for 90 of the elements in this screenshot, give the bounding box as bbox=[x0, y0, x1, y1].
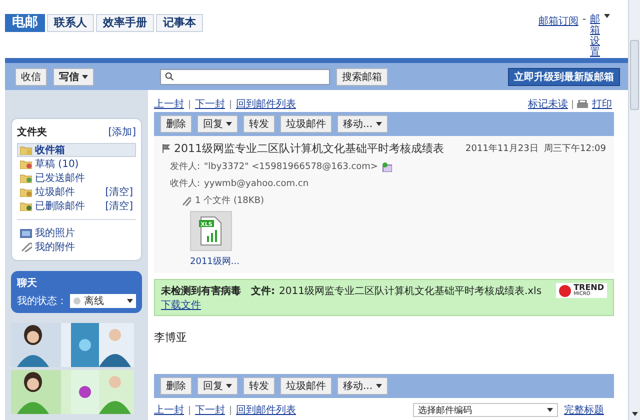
folder-item[interactable]: 我的附件 bbox=[17, 240, 136, 254]
paperclip-icon bbox=[20, 242, 32, 252]
scanned-file-name: 2011级网监专业二区队计算机文化基础平时考核成绩表.xls bbox=[279, 284, 542, 298]
folder-item[interactable]: 垃圾邮件 [清空] bbox=[17, 185, 136, 199]
panel-title: 聊天 bbox=[17, 276, 38, 290]
search-button[interactable]: 搜索邮箱 bbox=[336, 68, 388, 86]
paperclip-icon bbox=[182, 196, 191, 206]
caret-icon bbox=[226, 384, 232, 388]
print-link[interactable]: 打印 bbox=[592, 97, 612, 111]
caret-icon bbox=[632, 412, 638, 416]
logo-icon bbox=[558, 284, 571, 296]
separator-line bbox=[189, 100, 190, 108]
folder-icon bbox=[20, 159, 32, 169]
caret-icon bbox=[547, 408, 553, 412]
toolbar-button[interactable]: 回复 bbox=[197, 377, 238, 395]
separator-line bbox=[230, 406, 231, 414]
nav-link[interactable]: 回到邮件列表 bbox=[236, 97, 296, 111]
to-label: 收件人: bbox=[170, 178, 200, 190]
separator-line bbox=[572, 100, 573, 108]
scan-status: 未检测到有害病毒 bbox=[161, 284, 241, 298]
separator-line bbox=[189, 406, 190, 414]
folder-icon bbox=[20, 145, 32, 155]
photo-icon bbox=[20, 228, 32, 238]
tab[interactable]: 电邮 bbox=[5, 14, 45, 32]
caret-icon bbox=[376, 122, 382, 126]
folder-icon bbox=[20, 201, 32, 211]
separator-text: - bbox=[582, 14, 586, 25]
encoding-select[interactable]: 选择邮件编码 bbox=[413, 403, 558, 417]
status-dropdown[interactable]: 离线 bbox=[70, 294, 136, 308]
receive-button[interactable]: 收信 bbox=[15, 68, 47, 86]
caret-icon bbox=[376, 384, 382, 388]
toolbar-button[interactable]: 删除 bbox=[160, 377, 192, 395]
tab[interactable]: 联系人 bbox=[47, 14, 94, 32]
mark-unread-link[interactable]: 标记未读 bbox=[528, 97, 568, 111]
folder-item[interactable]: 草稿 (10) bbox=[17, 157, 136, 171]
status-icon bbox=[73, 297, 81, 305]
nav-link[interactable]: 回到邮件列表 bbox=[236, 403, 296, 417]
caret-icon bbox=[82, 74, 88, 78]
toolbar-button[interactable]: 转发 bbox=[243, 377, 275, 395]
folder-item[interactable]: 已发送邮件 bbox=[17, 171, 136, 185]
toolbar-button[interactable]: 删除 bbox=[160, 115, 192, 133]
download-link[interactable]: 下载文件 bbox=[161, 298, 201, 312]
tab[interactable]: 效率手册 bbox=[96, 14, 154, 32]
folder-icon bbox=[20, 173, 32, 183]
nav-link[interactable]: 上一封 bbox=[154, 403, 184, 417]
toolbar-button[interactable]: 回复 bbox=[197, 115, 238, 133]
scrollbar[interactable] bbox=[628, 0, 640, 420]
message-body: 李博亚 bbox=[154, 331, 187, 344]
printer-icon bbox=[577, 100, 588, 108]
toolbar-button[interactable]: 移动... bbox=[337, 377, 388, 395]
folder-icon bbox=[20, 187, 32, 197]
attachment-name[interactable]: 2011级网... bbox=[162, 255, 606, 268]
attachment-count: 1 个文件 (18KB) bbox=[195, 194, 264, 207]
nav-link[interactable]: 上一封 bbox=[154, 97, 184, 111]
toolbar-button[interactable]: 垃圾邮件 bbox=[280, 115, 332, 133]
recipient-address: yywmb@yahoo.com.cn bbox=[204, 178, 309, 188]
full-header-link[interactable]: 完整标题 bbox=[564, 403, 604, 417]
upgrade-button[interactable]: 立即升级到最新版邮箱 bbox=[508, 68, 620, 86]
from-label: 发件人: bbox=[170, 160, 200, 173]
add-contact-icon bbox=[382, 162, 392, 172]
toolbar-button[interactable]: 垃圾邮件 bbox=[280, 377, 332, 395]
panel-title: 文件夹 bbox=[17, 126, 47, 139]
sender-address: "lby3372" <15981966578@163.com> bbox=[204, 162, 378, 172]
status-label: 我的状态： bbox=[17, 294, 67, 308]
logo-text: TREND bbox=[574, 284, 604, 292]
add-link[interactable]: [添加] bbox=[108, 125, 136, 139]
scroll-thumb[interactable] bbox=[630, 40, 639, 110]
folder-item[interactable]: 我的照片 bbox=[17, 226, 136, 240]
message-date: 2011年11月23日 周三下午12:09 bbox=[466, 142, 606, 155]
message-subject: 2011级网监专业二区队计算机文化基础平时考核成绩表 bbox=[174, 141, 444, 156]
folder-item[interactable]: 收件箱 bbox=[17, 143, 136, 157]
folder-item[interactable]: 已删除邮件 [清空] bbox=[17, 199, 136, 213]
caret-icon bbox=[604, 14, 610, 18]
nav-link[interactable]: 下一封 bbox=[195, 97, 225, 111]
subscribe-link[interactable]: 邮箱订阅 bbox=[538, 14, 578, 28]
toolbar-button[interactable]: 转发 bbox=[243, 115, 275, 133]
empty-link[interactable]: [清空] bbox=[105, 199, 133, 213]
empty-link[interactable]: [清空] bbox=[105, 185, 133, 199]
caret-icon bbox=[226, 122, 232, 126]
compose-button[interactable]: 写信 bbox=[53, 68, 94, 86]
file-label: 文件: bbox=[251, 284, 275, 298]
search-icon bbox=[165, 72, 174, 81]
nav-link[interactable]: 下一封 bbox=[195, 403, 225, 417]
tab[interactable]: 记事本 bbox=[156, 14, 203, 32]
toolbar-button[interactable]: 移动... bbox=[337, 115, 388, 133]
separator-line bbox=[230, 100, 231, 108]
settings-link[interactable]: 邮箱设置 bbox=[590, 14, 600, 58]
search-field[interactable] bbox=[160, 68, 330, 84]
caret-icon bbox=[127, 299, 133, 303]
flag-icon bbox=[162, 144, 170, 153]
